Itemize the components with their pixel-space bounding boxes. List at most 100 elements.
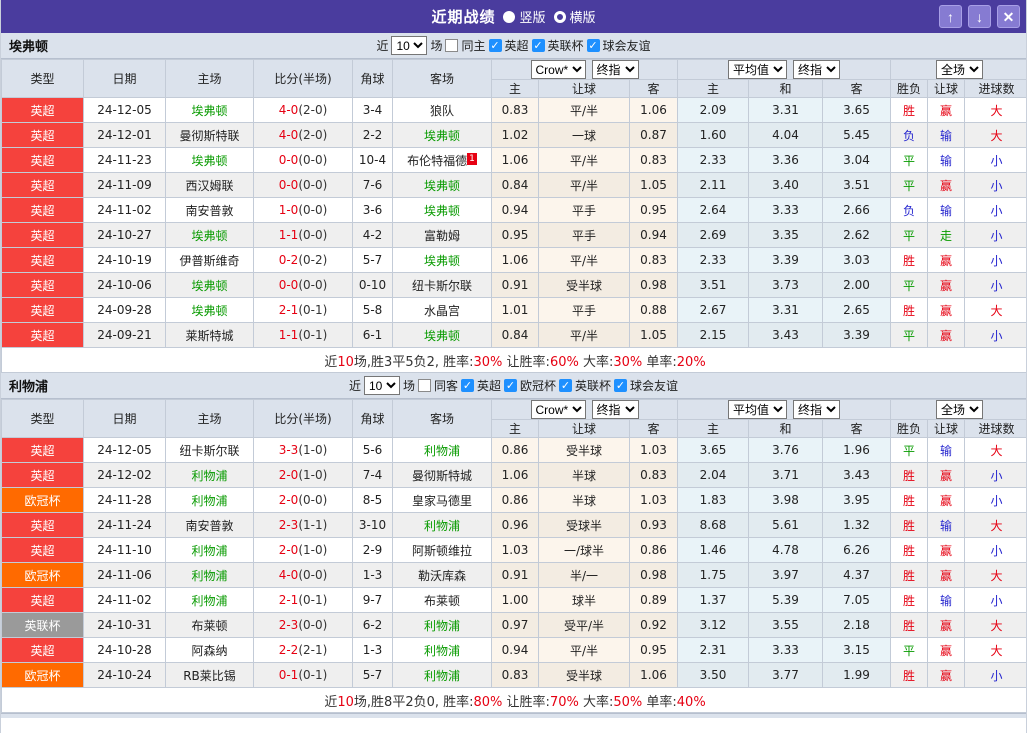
home-team: 利物浦 [165,462,254,488]
column-header: 日期 [83,59,166,98]
eu-away-odds: 2.62 [822,222,892,248]
corners-cell: 5-8 [352,297,393,323]
sections-container: 埃弗顿近 10 场同主 ✓ 英超 ✓ 英联杯 ✓ 球会友谊 类型 日期 主场 比分(半场) 角球 客场 Cro… [1,33,1026,713]
arrow-down-icon: ↓ [976,8,983,25]
same-venue-checkbox[interactable] [417,379,431,392]
league-badge: 英超 [1,222,84,248]
games-count-select[interactable]: 10 [391,36,428,55]
column-header: 客场 [392,399,492,438]
home-team: 南安普敦 [165,512,254,538]
odds-stage-select[interactable]: 终指 [591,400,639,419]
scope-select[interactable]: 全场 [936,60,984,79]
goals-result-cell: 小 [964,222,1026,248]
handicap-line: 受半球 [538,662,630,688]
odds-provider-select[interactable]: Crow* [530,60,586,79]
odds-provider-select[interactable]: Crow* [530,400,586,419]
score-cell: 2-3(0-0) [253,612,353,638]
halftime-score: (2-0) [298,128,328,142]
sub-column-header: 客 [628,419,679,438]
match-row: 英超 24-09-21 莱斯特城 1-1(0-1) 6-1 埃弗顿 0.84 平/半 1.05 2… [1,322,1026,348]
eu-draw-odds: 3.43 [748,322,824,348]
result-cell: 胜 [890,487,929,513]
handicap-result-cell: 赢 [927,297,966,323]
fulltime-score: 2-3 [278,518,299,532]
average-stage-select[interactable]: 终指 [793,400,841,419]
result-cell: 平 [890,437,929,463]
fulltime-score: 4-0 [278,128,299,142]
corners-cell: 8-5 [352,487,393,513]
score-cell: 1-1(0-0) [253,222,353,248]
radio-icon[interactable] [553,10,566,23]
eu-draw-odds: 3.35 [748,222,824,248]
goals-result-cell: 小 [964,147,1026,173]
eu-away-odds: 1.32 [822,512,892,538]
home-team: 埃弗顿 [165,97,254,123]
scope-select[interactable]: 全场 [936,400,984,419]
eu-home-odds: 2.67 [677,297,750,323]
score-cell: 4-0(0-0) [253,562,353,588]
home-team: 莱斯特城 [165,322,254,348]
eu-home-odds: 1.83 [677,487,750,513]
recent-results-panel: 近期战绩 竖版 横版 ↑ ↓ ✕ 埃弗顿近 10 场同主 ✓ 英超 ✓ 英联杯 ✓ 球会友谊 类型… [0,0,1027,733]
league-checkbox-英联杯[interactable]: ✓ [531,39,545,52]
match-row: 英联杯 24-10-31 布莱顿 2-3(0-0) 6-2 利物浦 0.97 受平/半 0.92… [1,612,1026,638]
halftime-score: (1-0) [298,468,328,482]
average-odds-select[interactable]: 平均值 [728,400,788,419]
ah-away-odds: 0.92 [628,612,679,638]
home-team: 利物浦 [165,537,254,563]
ah-home-odds: 0.83 [491,97,539,123]
league-checkbox-欧冠杯[interactable]: ✓ [504,379,517,392]
match-row: 英超 24-10-19 伊普斯维奇 0-2(0-2) 5-7 埃弗顿 1.06 平/半 0.83… [1,247,1026,273]
match-date: 24-11-24 [83,512,166,538]
games-count-select[interactable]: 10 [363,376,400,395]
handicap-line: 受球半 [538,512,630,538]
eu-home-odds: 1.37 [677,587,750,613]
average-stage-select[interactable]: 终指 [793,60,841,79]
summary-row: 近10场,胜8平2负0, 胜率:80% 让胜率:70% 大率:50% 单率:40… [1,687,1026,713]
ah-away-odds: 0.88 [628,297,679,323]
team-name: 利物浦 [9,380,49,395]
league-checkbox-球会友谊[interactable]: ✓ [614,379,628,392]
away-team-name: 曼彻斯特城 [411,468,472,483]
handicap-line: 平/半 [538,637,630,663]
move-up-button[interactable]: ↑ [939,5,962,28]
layout-radio-horizontal[interactable]: 横版 [553,7,596,26]
scope-group: 全场 [890,59,1026,80]
average-odds-select[interactable]: 平均值 [728,60,788,79]
halftime-score: (1-1) [298,518,328,532]
league-badge: 英超 [1,122,84,148]
odds-stage-select[interactable]: 终指 [591,60,639,79]
corners-cell: 6-2 [352,612,393,638]
layout-radio-vertical[interactable]: 竖版 [503,7,546,26]
league-checkbox-球会友谊[interactable]: ✓ [586,39,600,52]
handicap-result-cell: 赢 [927,172,966,198]
column-header: 角球 [352,399,393,438]
league-checkbox-英联杯[interactable]: ✓ [559,379,573,392]
radio-icon[interactable] [503,10,516,23]
fulltime-score: 2-0 [278,468,299,482]
match-date: 24-11-02 [83,587,166,613]
average-odds-group: 平均值 终指 [677,59,892,80]
home-team: 埃弗顿 [165,272,254,298]
sub-column-header: 主 [491,79,539,98]
same-venue-checkbox[interactable] [445,39,459,52]
league-checkbox-英超[interactable]: ✓ [488,39,502,52]
sub-column-header: 进球数 [964,79,1026,98]
ah-home-odds: 1.06 [491,247,539,273]
close-button[interactable]: ✕ [997,5,1020,28]
halftime-score: (1-0) [298,443,328,457]
column-header: 日期 [83,399,166,438]
result-cell: 平 [890,272,929,298]
league-checkbox-英超[interactable]: ✓ [460,379,474,392]
score-cell: 0-2(0-2) [253,247,353,273]
summary-segment: 单率: [642,694,677,710]
ah-away-odds: 1.03 [628,487,679,513]
match-date: 24-10-24 [83,662,166,688]
match-date: 24-09-28 [83,297,166,323]
away-team: 富勒姆 [392,222,492,248]
same-venue-label: 同主 [461,39,486,53]
away-team: 利物浦 [392,662,492,688]
move-down-button[interactable]: ↓ [968,5,991,28]
handicap-line: 平/半 [538,172,630,198]
page-title: 近期战绩 [431,8,496,26]
